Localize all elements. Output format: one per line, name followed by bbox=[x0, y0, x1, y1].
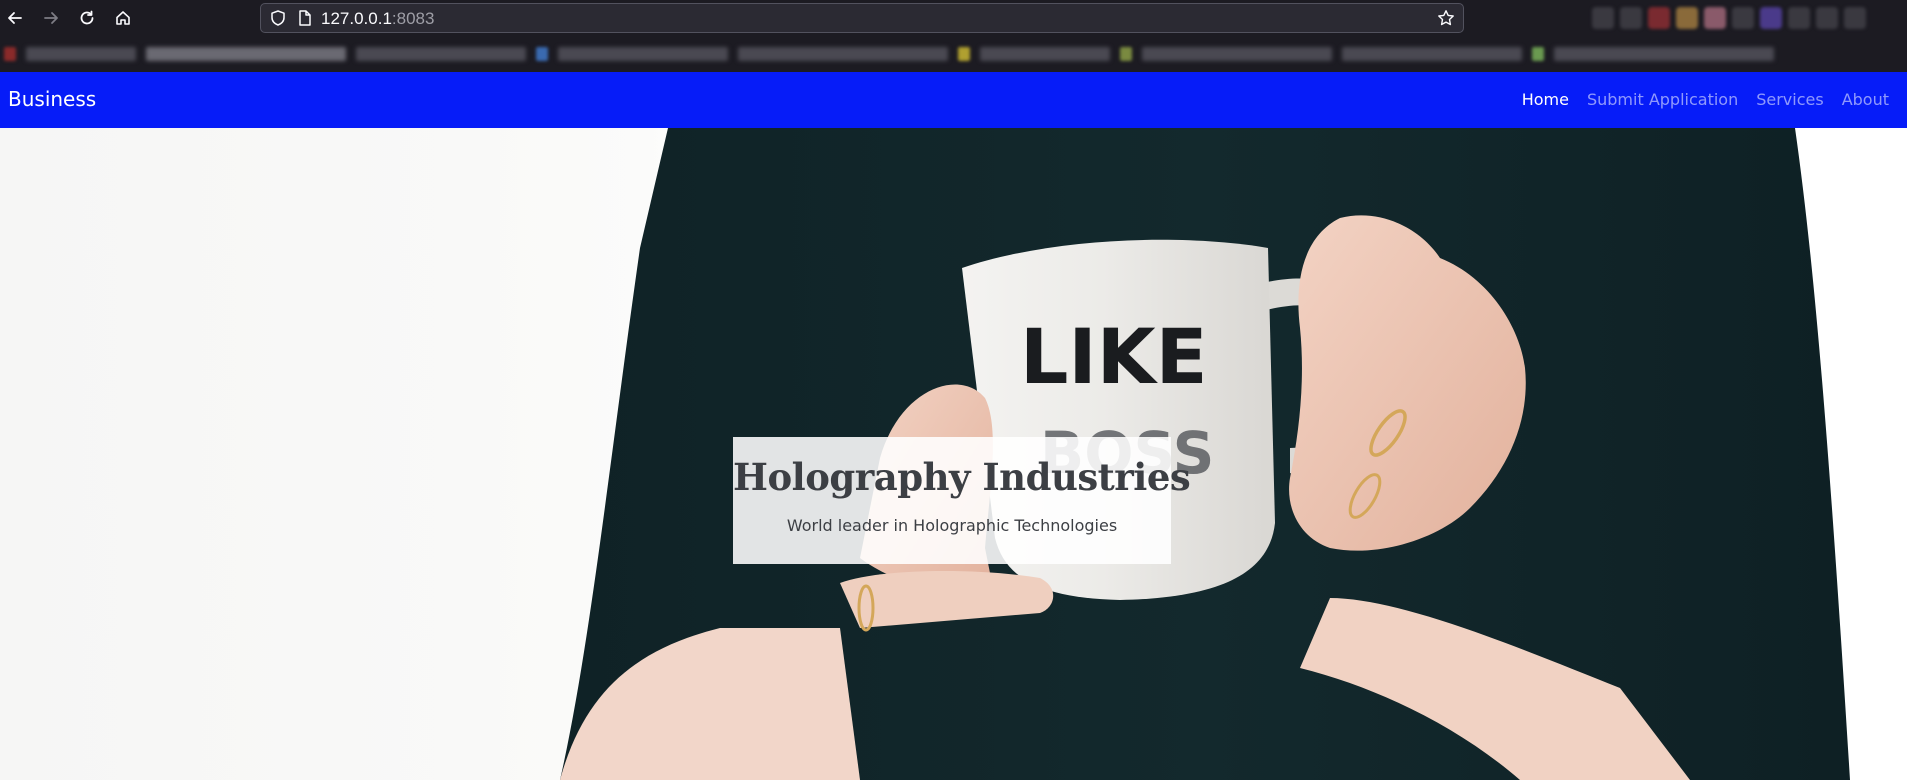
extension-icon[interactable] bbox=[1620, 7, 1642, 29]
nav-links: Home Submit Application Services About bbox=[1522, 90, 1889, 109]
extension-icon[interactable] bbox=[1816, 7, 1838, 29]
bookmark-favicon bbox=[4, 47, 16, 61]
hero-subtitle: World leader in Holographic Technologies bbox=[786, 516, 1118, 535]
bookmark-item[interactable] bbox=[558, 47, 728, 61]
extension-icon[interactable] bbox=[1704, 7, 1726, 29]
extension-icon[interactable] bbox=[1676, 7, 1698, 29]
extension-icon[interactable] bbox=[1788, 7, 1810, 29]
url-text[interactable]: 127.0.0.1:8083 bbox=[321, 9, 434, 29]
navbar-brand[interactable]: Business bbox=[8, 87, 96, 111]
extension-icon[interactable] bbox=[1844, 7, 1866, 29]
bookmark-favicon bbox=[1120, 47, 1132, 61]
nav-link-services[interactable]: Services bbox=[1756, 90, 1823, 109]
home-icon[interactable] bbox=[112, 7, 134, 29]
shield-icon[interactable] bbox=[269, 9, 287, 31]
page-icon bbox=[297, 9, 313, 31]
mug-text-line1: LIKE bbox=[1020, 312, 1208, 401]
bookmark-item[interactable] bbox=[1142, 47, 1332, 61]
bookmark-favicon bbox=[536, 47, 548, 61]
bookmark-item[interactable] bbox=[1554, 47, 1774, 61]
bookmark-favicon bbox=[1532, 47, 1544, 61]
extensions-area bbox=[1586, 0, 1907, 36]
forward-icon[interactable] bbox=[40, 7, 62, 29]
bookmarks-bar bbox=[0, 40, 1907, 68]
bookmark-item[interactable] bbox=[1342, 47, 1522, 61]
extension-icon[interactable] bbox=[1592, 7, 1614, 29]
extension-icon[interactable] bbox=[1648, 7, 1670, 29]
url-host: 127.0.0.1 bbox=[321, 9, 392, 28]
bookmark-item[interactable] bbox=[738, 47, 948, 61]
bookmark-item[interactable] bbox=[26, 47, 136, 61]
hero-caption: Holography Industries World leader in Ho… bbox=[733, 437, 1191, 564]
bookmark-item[interactable] bbox=[980, 47, 1110, 61]
extension-icon[interactable] bbox=[1760, 7, 1782, 29]
url-port: :8083 bbox=[391, 9, 435, 28]
bookmark-item[interactable] bbox=[146, 47, 346, 61]
hero-title: Holography Industries bbox=[733, 455, 1191, 499]
reload-icon[interactable] bbox=[76, 7, 98, 29]
site-navbar: Business Home Submit Application Service… bbox=[0, 72, 1907, 128]
url-bar[interactable]: 127.0.0.1:8083 bbox=[260, 3, 1464, 33]
bookmark-favicon bbox=[958, 47, 970, 61]
browser-toolbar: 127.0.0.1:8083 bbox=[0, 0, 1907, 36]
hero-section: LIKE BOSS Holography Industries World le… bbox=[0, 128, 1907, 780]
nav-link-submit-application[interactable]: Submit Application bbox=[1587, 90, 1738, 109]
nav-link-about[interactable]: About bbox=[1842, 90, 1889, 109]
bookmark-star-icon[interactable] bbox=[1437, 9, 1455, 31]
back-icon[interactable] bbox=[4, 7, 26, 29]
nav-link-home[interactable]: Home bbox=[1522, 90, 1569, 109]
extension-icon[interactable] bbox=[1732, 7, 1754, 29]
bookmark-item[interactable] bbox=[356, 47, 526, 61]
browser-chrome: 127.0.0.1:8083 bbox=[0, 0, 1907, 72]
